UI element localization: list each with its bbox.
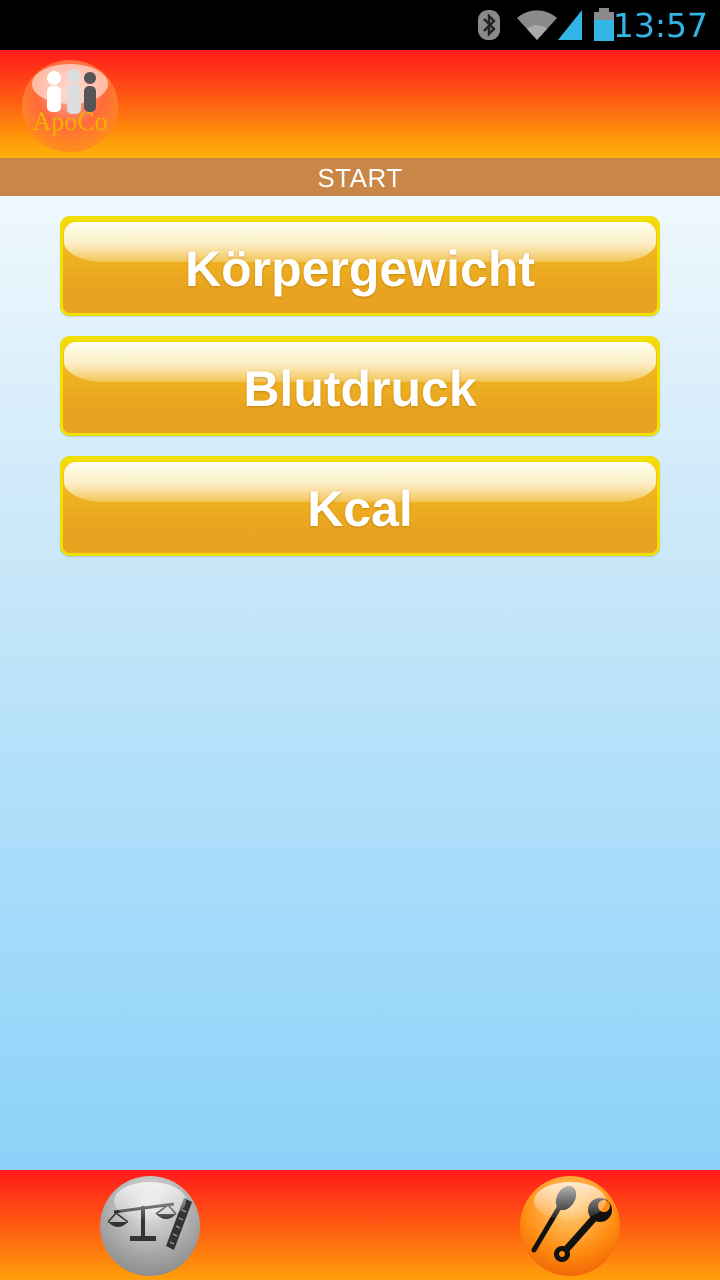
button-gloss [114,1182,186,1220]
page-title: START [0,158,720,196]
status-bar: 13:57 [0,0,720,50]
koerpergewicht-button[interactable]: Körpergewicht [60,216,660,316]
wifi-icon [517,10,557,40]
blutdruck-button[interactable]: Blutdruck [60,336,660,436]
bluetooth-icon [478,10,500,40]
scale-button[interactable] [100,1176,200,1276]
clock: 13:57 [612,6,708,45]
bottom-bar [0,1170,720,1280]
button-label: Blutdruck [243,361,477,417]
signal-icon [558,10,582,40]
app-header: ApoCo [0,50,720,158]
button-label: Körpergewicht [184,241,536,297]
kcal-button[interactable]: Kcal [60,456,660,556]
tools-button[interactable] [520,1176,620,1276]
button-label: Kcal [307,481,413,537]
button-gloss [534,1182,606,1220]
apoco-logo[interactable]: ApoCo [20,56,120,152]
logo-text: ApoCo [32,107,107,136]
